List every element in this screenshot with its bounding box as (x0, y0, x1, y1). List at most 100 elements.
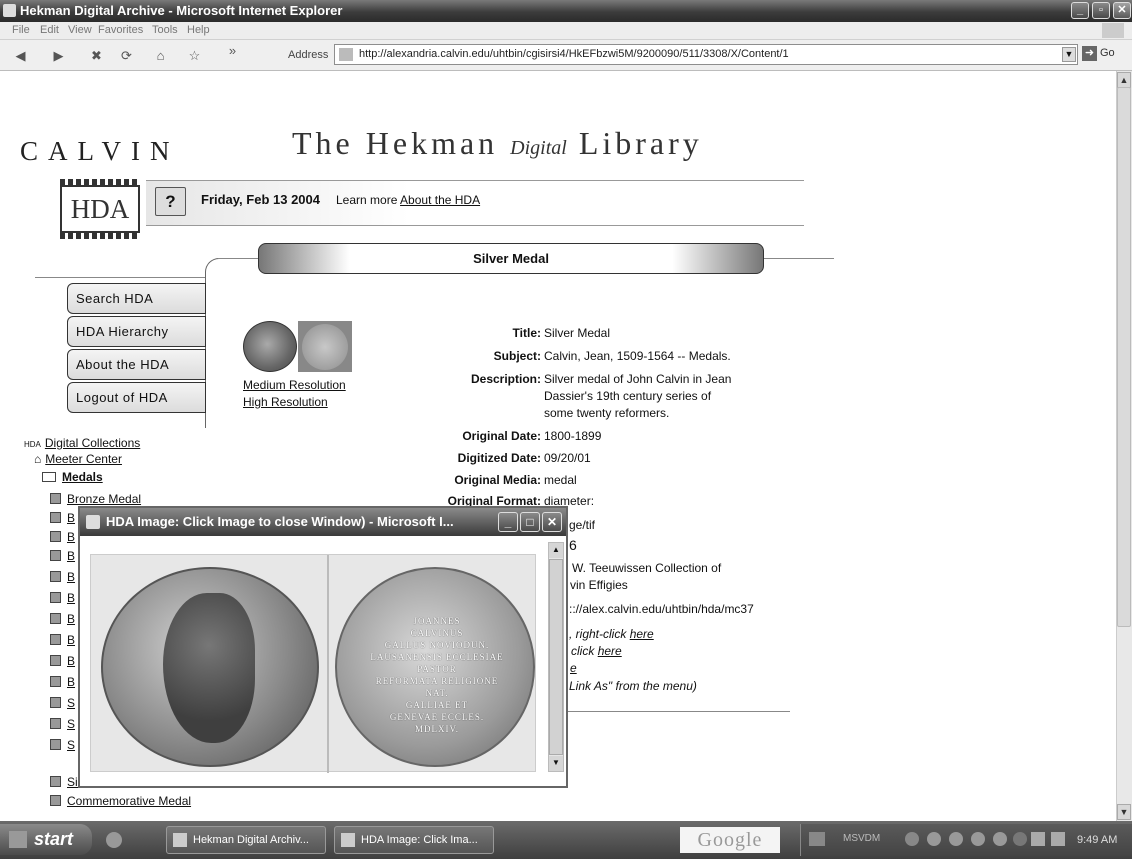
address-input[interactable]: http://alexandria.calvin.edu/uhtbin/cgis… (334, 44, 1078, 65)
maximize-button[interactable]: ▫ (1092, 2, 1110, 19)
tree-item-link[interactable]: Bronze Medal (67, 492, 141, 506)
tree-item[interactable]: S (50, 717, 75, 731)
menu-tools[interactable]: Tools (152, 24, 178, 36)
start-button[interactable]: start (0, 824, 92, 855)
window-titlebar[interactable]: Hekman Digital Archive - Microsoft Inter… (0, 0, 1132, 22)
binoculars-icon[interactable] (809, 832, 825, 846)
image-popup-window[interactable]: HDA Image: Click Image to close Window) … (78, 506, 568, 788)
toolbar-chevron-icon[interactable]: » (224, 42, 241, 59)
tree-item[interactable]: B (50, 675, 75, 689)
nav-search-hda[interactable]: Search HDA (67, 283, 206, 314)
address-dropdown-icon[interactable]: ▼ (1062, 47, 1076, 62)
page-scroll-down-icon[interactable]: ▼ (1117, 804, 1131, 820)
quick-launch-ie-icon[interactable] (106, 832, 122, 848)
nav-logout[interactable]: Logout of HDA (67, 382, 206, 413)
scroll-down-icon[interactable]: ▼ (549, 756, 563, 771)
metadata-bottom-rule (568, 711, 790, 712)
metadata-value: Dassier's 19th century series of (544, 389, 712, 403)
tree-item-link[interactable]: B (67, 591, 75, 605)
menu-view[interactable]: View (68, 24, 92, 36)
forward-icon[interactable]: ▶ (50, 47, 67, 64)
medals-link[interactable]: Medals (62, 470, 103, 484)
page-title: Silver Medal (258, 243, 764, 274)
tree-item[interactable]: B (50, 612, 75, 626)
tree-item-link[interactable]: B (67, 654, 75, 668)
favorites-star-icon[interactable]: ☆ (186, 47, 203, 64)
tree-item-link[interactable]: S (67, 738, 75, 752)
back-icon[interactable]: ◀ (12, 47, 29, 64)
tray-icon[interactable] (1031, 832, 1045, 846)
tree-item[interactable]: B (50, 591, 75, 605)
minimize-button[interactable]: _ (1071, 2, 1089, 19)
meeter-center-link[interactable]: Meeter Center (45, 452, 122, 466)
toolbar: ◀ ▶ ✖ ⟳ ⌂ ☆ » Address http://alexandria.… (0, 40, 1132, 71)
medal-reverse-thumbnail[interactable] (298, 321, 352, 372)
popup-titlebar[interactable]: HDA Image: Click Image to close Window) … (80, 508, 566, 536)
stop-icon[interactable]: ✖ (88, 47, 105, 64)
tree-item[interactable]: B (50, 570, 75, 584)
menu-edit[interactable]: Edit (40, 24, 59, 36)
tree-item[interactable]: S (50, 696, 75, 710)
here-link-2[interactable]: here (598, 644, 622, 658)
scroll-up-icon[interactable]: ▲ (549, 543, 563, 558)
menu-favorites[interactable]: Favorites (98, 24, 143, 36)
tree-item[interactable]: Bronze Medal (50, 492, 141, 506)
about-hda-link[interactable]: About the HDA (400, 193, 480, 207)
tree-item[interactable]: S (50, 738, 75, 752)
google-search-box[interactable]: Google (680, 827, 780, 853)
digital-collections-link[interactable]: Digital Collections (45, 436, 140, 450)
here-link-1[interactable]: here (630, 627, 654, 641)
refresh-icon[interactable]: ⟳ (118, 47, 135, 64)
taskbar-item-popup[interactable]: HDA Image: Click Ima... (334, 826, 494, 854)
here-link-3[interactable]: e (570, 661, 577, 675)
go-button[interactable]: ➜ Go (1082, 46, 1115, 61)
tree-item-link[interactable]: B (67, 675, 75, 689)
medal-item-icon (50, 739, 61, 750)
medal-full-image[interactable]: JOANNES CALVINUS GALLUS NOVIODUN. LAUSAN… (90, 554, 536, 773)
menu-file[interactable]: File (12, 24, 30, 36)
popup-minimize-button[interactable]: _ (498, 512, 518, 532)
tree-item-link[interactable]: B (67, 511, 75, 525)
high-resolution-link[interactable]: High Resolution (243, 395, 328, 409)
menu-help[interactable]: Help (187, 24, 210, 36)
tree-item-link[interactable]: B (67, 612, 75, 626)
tree-item[interactable]: B (50, 511, 75, 525)
popup-scrollbar[interactable]: ▲ ▼ (548, 542, 564, 772)
tree-item-link[interactable]: S (67, 717, 75, 731)
nav-hda-hierarchy[interactable]: HDA Hierarchy (67, 316, 206, 347)
tree-item-link[interactable]: S (67, 696, 75, 710)
popup-close-button[interactable]: ✕ (542, 512, 562, 532)
medium-resolution-link[interactable]: Medium Resolution (243, 378, 346, 392)
tray-expand-icon[interactable] (1013, 832, 1027, 846)
home-icon[interactable]: ⌂ (152, 47, 169, 64)
nav-about-hda[interactable]: About the HDA (67, 349, 206, 380)
close-button[interactable]: ✕ (1113, 2, 1131, 19)
page-scroll-thumb[interactable] (1117, 87, 1131, 627)
medal-reverse: JOANNES CALVINUS GALLUS NOVIODUN. LAUSAN… (335, 567, 535, 767)
tree-item[interactable]: B (50, 549, 75, 563)
popup-maximize-button[interactable]: □ (520, 512, 540, 532)
tree-item-link[interactable]: B (67, 570, 75, 584)
tree-item[interactable]: B (50, 530, 75, 544)
page-scroll-up-icon[interactable]: ▲ (1117, 72, 1131, 88)
tree-item[interactable]: B (50, 654, 75, 668)
tray-icon[interactable] (905, 832, 919, 846)
tree-center[interactable]: ⌂ Meeter Center (34, 452, 122, 466)
tree-folder[interactable]: Medals (42, 470, 103, 484)
tray-icon[interactable] (993, 832, 1007, 846)
tray-icon[interactable] (949, 832, 963, 846)
tray-icon[interactable] (1051, 832, 1065, 846)
scroll-thumb[interactable] (549, 559, 563, 755)
help-button[interactable]: ? (155, 187, 186, 216)
tree-item-link[interactable]: B (67, 633, 75, 647)
tree-item[interactable]: Commemorative Medal (50, 794, 191, 808)
tree-item-link[interactable]: Commemorative Medal (67, 794, 191, 808)
tree-root[interactable]: HDA Digital Collections (24, 436, 140, 450)
tree-item-link[interactable]: B (67, 530, 75, 544)
tray-icon[interactable] (971, 832, 985, 846)
tree-item-link[interactable]: B (67, 549, 75, 563)
tree-item[interactable]: B (50, 633, 75, 647)
tray-icon[interactable] (927, 832, 941, 846)
taskbar-item-browser[interactable]: Hekman Digital Archiv... (166, 826, 326, 854)
medal-obverse-thumbnail[interactable] (243, 321, 297, 372)
